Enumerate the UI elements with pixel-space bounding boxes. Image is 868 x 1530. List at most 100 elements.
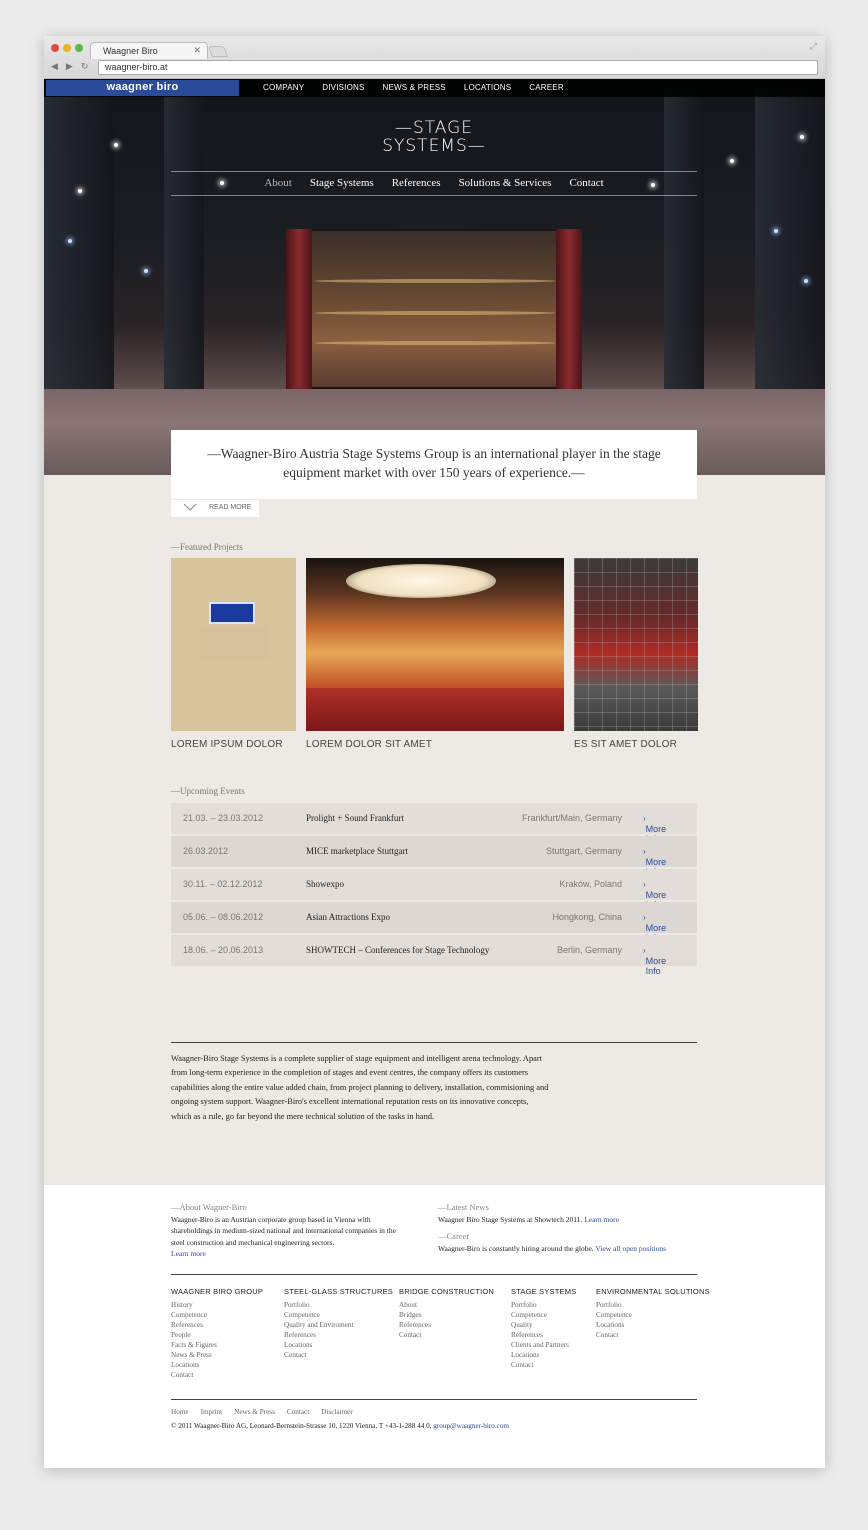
footer-home-link[interactable]: Home <box>171 1408 189 1416</box>
footer-link[interactable]: References <box>399 1320 494 1330</box>
subnav-divider-bottom <box>171 195 697 196</box>
footer-link[interactable]: References <box>171 1320 263 1330</box>
footer-link[interactable]: Competence <box>171 1310 263 1320</box>
footer-column-heading[interactable]: STEEL-GLASS STRUCTURES <box>284 1287 393 1296</box>
close-window-button[interactable] <box>51 44 59 52</box>
project-caption[interactable]: LOREM DOLOR SIT AMET <box>306 739 564 750</box>
forward-icon[interactable]: ▶ <box>66 62 73 72</box>
project-caption[interactable]: LOREM IPSUM DOLOR <box>171 739 296 750</box>
footer-link[interactable]: Competence <box>596 1310 710 1320</box>
footer-link[interactable]: Contact <box>284 1350 393 1360</box>
footer-link[interactable]: Contact <box>596 1330 710 1340</box>
event-date: 26.03.2012 <box>183 846 229 856</box>
nav-news-press[interactable]: NEWS & PRESS <box>383 83 446 92</box>
event-date: 21.03. – 23.03.2012 <box>183 813 264 823</box>
subnav-contact[interactable]: Contact <box>569 177 603 189</box>
about-paragraph: Waagner-Biro Stage Systems is a complete… <box>171 1054 549 1121</box>
minimize-window-button[interactable] <box>63 44 71 52</box>
project-image-stage-machinery[interactable] <box>574 558 698 731</box>
nav-career[interactable]: CAREER <box>529 83 564 92</box>
footer-link[interactable]: Bridges <box>399 1310 494 1320</box>
footer: —About Wagner-Biro Waagner-Biro is an Au… <box>44 1185 825 1468</box>
footer-link[interactable]: Contact <box>399 1330 494 1340</box>
footer-disclaimer-link[interactable]: Disclaimer <box>321 1408 353 1416</box>
machinery-grid <box>574 558 698 731</box>
more-info-link[interactable]: › More Info <box>643 880 666 910</box>
more-info-link[interactable]: › More Info <box>643 814 666 844</box>
stage-systems-logo[interactable]: —STAGE SYSTEMS— <box>374 119 494 155</box>
footer-link[interactable]: Clients and Partners <box>511 1340 576 1350</box>
footer-imprint-link[interactable]: Imprint <box>201 1408 223 1416</box>
footer-link[interactable]: Locations <box>596 1320 710 1330</box>
event-location: Berlin, Germany <box>556 945 622 955</box>
footer-column-heading[interactable]: STAGE SYSTEMS <box>511 1287 576 1296</box>
browser-window: Waagner Biro ✕ ⤢ ◀ ▶ ↻ waagner-biro.at w… <box>44 36 825 1468</box>
footer-link[interactable]: Contact <box>511 1360 576 1370</box>
more-info-link[interactable]: › More Info <box>643 946 666 976</box>
footer-link[interactable]: Locations <box>171 1360 263 1370</box>
address-bar[interactable]: waagner-biro.at <box>98 60 818 75</box>
subnav-about[interactable]: About <box>264 177 292 189</box>
footer-link[interactable]: Portfolio <box>596 1300 710 1310</box>
footer-link[interactable]: References <box>511 1330 576 1340</box>
footer-link[interactable]: References <box>284 1330 393 1340</box>
footer-link[interactable]: Competence <box>284 1310 393 1320</box>
project-image-concert-hall[interactable] <box>306 558 564 731</box>
subnav-solutions-services[interactable]: Solutions & Services <box>459 177 552 189</box>
footer-news-learn-more[interactable]: Learn more <box>584 1215 619 1224</box>
footer-divider-bottom <box>171 1399 697 1400</box>
nav-company[interactable]: COMPANY <box>263 83 304 92</box>
project-card[interactable]: LOREM DOLOR SIT AMET <box>306 558 564 750</box>
reload-icon[interactable]: ↻ <box>81 62 89 72</box>
event-row: 05.06. – 08.06.2012 Asian Attractions Ex… <box>171 902 697 943</box>
footer-link[interactable]: Locations <box>511 1350 576 1360</box>
fullscreen-icon[interactable]: ⤢ <box>810 41 817 52</box>
footer-news-press-link[interactable]: News & Press <box>234 1408 275 1416</box>
hero-balcony <box>314 311 556 315</box>
subnav-stage-systems[interactable]: Stage Systems <box>310 177 374 189</box>
footer-link[interactable]: History <box>171 1300 263 1310</box>
footer-column-steel-glass: STEEL-GLASS STRUCTURES Portfolio Compete… <box>284 1287 393 1360</box>
footer-career-text: Waagner-Biro is constantly hiring around… <box>438 1243 708 1254</box>
more-info-link[interactable]: › More Info <box>643 913 666 943</box>
arena-court <box>199 626 269 660</box>
project-card[interactable]: LOREM IPSUM DOLOR <box>171 558 296 750</box>
footer-link[interactable]: Portfolio <box>284 1300 393 1310</box>
footer-link[interactable]: People <box>171 1330 263 1340</box>
project-caption[interactable]: ES SIT AMET DOLOR <box>574 739 698 750</box>
footer-link[interactable]: Quality <box>511 1320 576 1330</box>
footer-contact-link[interactable]: Contact <box>287 1408 309 1416</box>
hero-rigging-right-inner <box>664 89 704 389</box>
footer-link[interactable]: Competence <box>511 1310 576 1320</box>
new-tab-button[interactable] <box>207 46 229 57</box>
footer-view-positions-link[interactable]: View all open positions <box>595 1244 666 1253</box>
footer-career-body: Waagner-Biro is constantly hiring around… <box>438 1244 594 1253</box>
read-more-button[interactable]: READ MORE <box>171 500 259 517</box>
email-link[interactable]: group@waagner-biro.com <box>433 1422 509 1430</box>
footer-about-learn-more[interactable]: Learn more <box>171 1249 206 1258</box>
footer-link[interactable]: Portfolio <box>511 1300 576 1310</box>
footer-link[interactable]: Quality and Enviroment <box>284 1320 393 1330</box>
browser-tab[interactable]: Waagner Biro ✕ <box>90 42 208 59</box>
nav-locations[interactable]: LOCATIONS <box>464 83 511 92</box>
footer-column-heading[interactable]: ENVIRONMENTAL SOLUTIONS <box>596 1287 710 1296</box>
event-location: Frankfurt/Main, Germany <box>521 813 622 823</box>
event-row: 18.06. – 20.06.2013 SHOWTECH – Conferenc… <box>171 935 697 976</box>
close-icon[interactable]: ✕ <box>193 45 201 56</box>
nav-divisions[interactable]: DIVISIONS <box>322 83 364 92</box>
project-image-arena[interactable] <box>171 558 296 731</box>
subnav-references[interactable]: References <box>392 177 441 189</box>
more-info-link[interactable]: › More Info <box>643 847 666 877</box>
footer-link[interactable]: Locations <box>284 1340 393 1350</box>
footer-link[interactable]: News & Press <box>171 1350 263 1360</box>
footer-link[interactable]: About <box>399 1300 494 1310</box>
footer-column-heading[interactable]: BRIDGE CONSTRUCTION <box>399 1287 494 1296</box>
waagner-biro-logo[interactable]: waagner biro <box>46 80 239 96</box>
footer-column-heading[interactable]: WAAGNER BIRO GROUP <box>171 1287 263 1296</box>
project-card[interactable]: ES SIT AMET DOLOR <box>574 558 698 750</box>
footer-link[interactable]: Contact <box>171 1370 263 1380</box>
maximize-window-button[interactable] <box>75 44 83 52</box>
back-icon[interactable]: ◀ <box>51 62 58 72</box>
footer-link[interactable]: Facts & Figures <box>171 1340 263 1350</box>
hero-light <box>730 159 734 163</box>
